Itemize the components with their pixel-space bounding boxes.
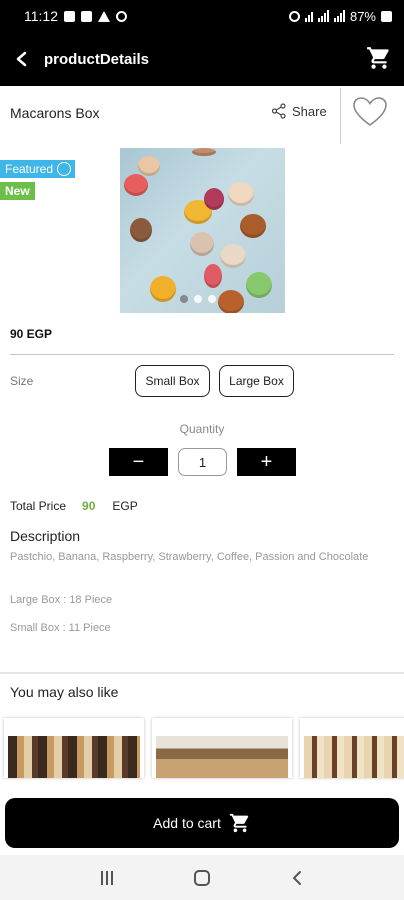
back-button[interactable] — [0, 32, 44, 86]
system-nav-bar — [0, 855, 404, 900]
recommended-product-card[interactable] — [152, 718, 292, 778]
signal-icon-2 — [333, 10, 345, 22]
image-dot[interactable] — [194, 295, 202, 303]
app-bar: productDetails — [0, 32, 404, 86]
notification-icon — [64, 10, 75, 22]
home-icon[interactable] — [193, 869, 210, 886]
price-divider — [10, 354, 394, 355]
signal-icon — [317, 10, 329, 22]
description-large-box: Large Box : 18 Piece — [10, 594, 113, 606]
image-pagination-dots — [180, 295, 216, 303]
lock-icon — [116, 10, 127, 22]
status-time: 11:12 — [24, 8, 58, 24]
wifi-icon — [304, 10, 313, 22]
size-large-box-button[interactable]: Large Box — [219, 365, 294, 397]
quantity-label: Quantity — [179, 422, 225, 436]
warning-icon — [98, 10, 110, 22]
macaron-image-element — [130, 218, 152, 242]
featured-icon — [57, 162, 72, 176]
featured-badge: Featured — [0, 160, 76, 178]
quantity-increase-button[interactable]: + — [237, 448, 296, 476]
alarm-icon — [288, 10, 300, 22]
image-dot[interactable] — [208, 295, 216, 303]
battery-level: 87% — [349, 8, 376, 24]
product-price: 90 EGP — [10, 327, 53, 341]
product-image[interactable] — [120, 148, 285, 313]
description-text: Pastchio, Banana, Raspberry, Strawberry,… — [10, 551, 369, 563]
add-to-cart-button[interactable]: Add to cart — [5, 798, 399, 848]
recommendations-title: You may also like — [10, 684, 119, 700]
macaron-image-element — [218, 290, 244, 313]
battery-icon — [381, 10, 392, 22]
cart-icon[interactable] — [366, 45, 392, 71]
back-nav-icon[interactable] — [291, 870, 303, 886]
arrow-left-icon — [16, 51, 27, 67]
status-bar: 11:12 87% — [0, 0, 404, 32]
product-name: Macarons Box — [10, 105, 100, 121]
quantity-input[interactable] — [178, 448, 227, 476]
featured-label: Featured — [5, 162, 54, 176]
add-to-cart-label: Add to cart — [153, 815, 221, 831]
recommended-product-image — [156, 736, 288, 778]
recent-apps-icon[interactable] — [100, 870, 113, 885]
total-price-value: 90 — [82, 499, 96, 513]
header-divider — [340, 88, 341, 144]
page-title: productDetails — [44, 50, 150, 68]
size-small-box-button[interactable]: Small Box — [135, 365, 210, 397]
cart-add-icon — [229, 813, 249, 833]
share-label: Share — [292, 103, 327, 119]
macaron-image-element — [124, 174, 148, 196]
favorite-heart-icon[interactable] — [352, 96, 388, 128]
description-title: Description — [10, 528, 81, 544]
macaron-image-element — [240, 214, 266, 238]
total-price-currency: EGP — [112, 499, 138, 513]
description-small-box: Small Box : 11 Piece — [10, 622, 111, 634]
recommended-product-card[interactable] — [4, 718, 144, 778]
recommended-product-card[interactable] — [300, 718, 404, 778]
total-price-row: Total Price 90 EGP — [10, 499, 138, 513]
macaron-image-element — [150, 276, 176, 302]
macaron-image-element — [220, 244, 246, 268]
macaron-image-element — [204, 264, 222, 288]
image-dot[interactable] — [180, 295, 188, 303]
new-badge: New — [0, 182, 35, 200]
macaron-image-element — [192, 148, 216, 156]
share-icon — [271, 103, 286, 119]
quantity-decrease-button[interactable]: − — [109, 448, 168, 476]
size-label: Size — [10, 374, 34, 388]
macaron-image-element — [138, 156, 160, 176]
macaron-image-element — [246, 272, 272, 298]
recommended-product-image — [304, 736, 404, 778]
macaron-image-element — [190, 232, 214, 256]
share-button[interactable]: Share — [271, 103, 327, 119]
recommended-product-image — [8, 736, 140, 778]
section-divider — [0, 672, 404, 674]
macaron-image-element — [204, 188, 224, 210]
product-header: Macarons Box Share — [0, 86, 404, 144]
gallery-icon — [81, 10, 92, 22]
macaron-image-element — [228, 182, 254, 206]
total-price-label: Total Price — [10, 499, 67, 513]
